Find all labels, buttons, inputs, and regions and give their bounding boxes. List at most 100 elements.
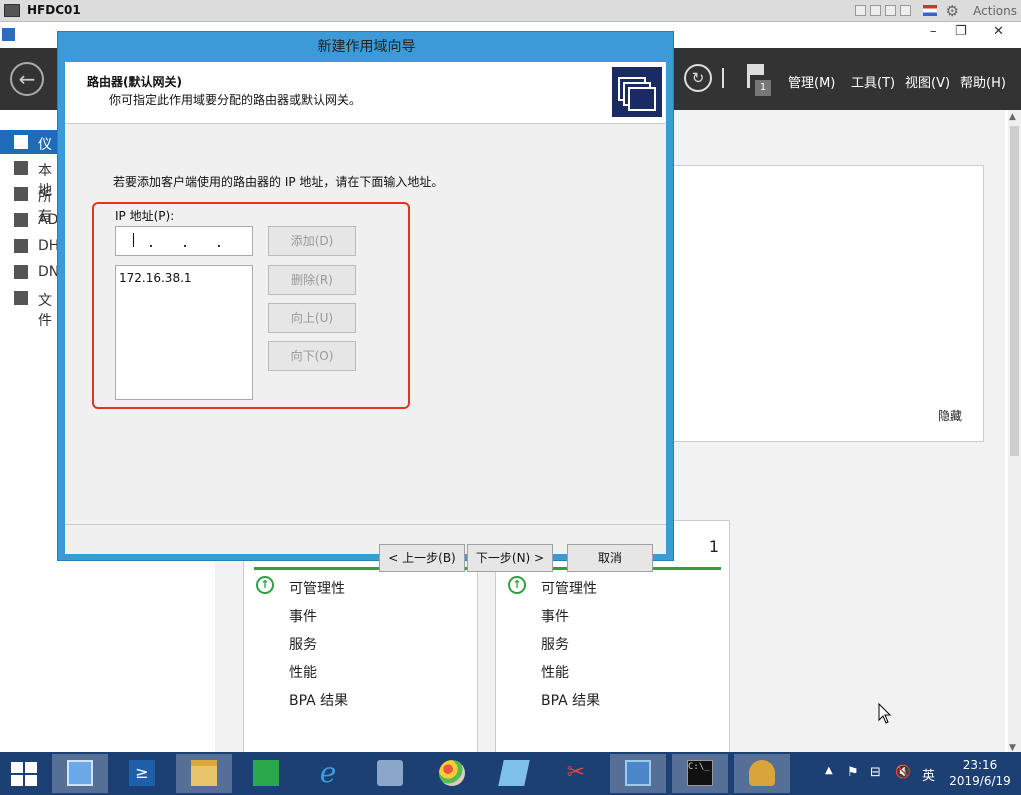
sidebar-item-dhcp[interactable]: DH [0, 234, 60, 258]
powershell-icon: ≥ [129, 760, 155, 786]
ip-address-input[interactable] [115, 226, 253, 256]
taskbar-file-explorer[interactable] [176, 754, 232, 793]
sidebar-item-dashboard[interactable]: 仪表 [0, 130, 60, 173]
taskbar-server-manager[interactable] [52, 754, 108, 793]
dialog-body: 路由器(默认网关) 你可指定此作用域要分配的路由器或默认网关。 若要添加客户端使… [65, 62, 666, 572]
tile-row-events[interactable]: 事件 [541, 606, 569, 626]
paint-palette-icon [439, 760, 465, 786]
taskbar-command-prompt[interactable]: C:\_ [672, 754, 728, 793]
taskbar-snipping-tool[interactable]: ✂ [548, 754, 604, 793]
ip-address-list[interactable]: 172.16.38.1 [115, 265, 253, 400]
ime-indicator[interactable]: 英 [922, 765, 935, 784]
tile-row-manageability[interactable]: 可管理性 [541, 578, 597, 598]
ad-icon [14, 213, 28, 227]
move-down-button[interactable]: 向下(O) [268, 341, 356, 371]
tile-row-services[interactable]: 服务 [289, 634, 317, 654]
menu-view[interactable]: 视图(V) [905, 72, 950, 91]
ip-octet-dot [150, 245, 152, 247]
taskbar-powershell[interactable]: ≥ [114, 754, 170, 793]
network-icon[interactable]: ⊟ [870, 765, 881, 780]
host-title: HFDC01 [27, 3, 81, 17]
check-up-arrow-icon: ↑ [508, 576, 526, 594]
wizard-header: 路由器(默认网关) 你可指定此作用域要分配的路由器或默认网关。 [65, 62, 666, 124]
sidebar-item-dns[interactable]: DN [0, 260, 60, 284]
notifications-flag-icon[interactable]: 1 [745, 64, 771, 96]
cancel-button[interactable]: 取消 [567, 544, 653, 572]
notepad-icon [498, 760, 530, 786]
ip-octet-dot [218, 245, 220, 247]
host-control-4[interactable] [900, 5, 911, 16]
sidebar-item-all-servers[interactable]: 所有 [0, 182, 60, 225]
scroll-up-icon[interactable]: ▲ [1009, 112, 1016, 122]
dns-icon [14, 265, 28, 279]
add-button[interactable]: 添加(D) [268, 226, 356, 256]
tile-row-bpa[interactable]: BPA 结果 [289, 690, 348, 710]
sidebar-item-local-server[interactable]: 本地 [0, 156, 60, 199]
vertical-scrollbar[interactable]: ▲ ▼ [1008, 110, 1021, 755]
tile-row-services[interactable]: 服务 [541, 634, 569, 654]
mouse-cursor-icon [878, 703, 892, 724]
taskbar: ≥ e ✂ C:\_ ▲ ⚑ ⊟ 🔇 英 23:16 2019/6/19 [0, 752, 1021, 795]
scrollbar-thumb[interactable] [1010, 126, 1019, 456]
taskbar-notepad[interactable] [486, 754, 542, 793]
host-window-controls[interactable] [855, 5, 911, 16]
host-control-2[interactable] [870, 5, 881, 16]
host-control-1[interactable] [855, 5, 866, 16]
taskbar-store[interactable] [238, 754, 294, 793]
language-flag-icon[interactable] [923, 5, 937, 16]
tile-row-performance[interactable]: 性能 [289, 662, 317, 682]
remove-button[interactable]: 删除(R) [268, 265, 356, 295]
monitor-icon [4, 4, 20, 17]
next-button[interactable]: 下一步(N) > [467, 544, 553, 572]
close-button[interactable]: ✕ [993, 24, 1004, 39]
scissors-icon: ✂ [566, 760, 586, 785]
refresh-icon[interactable]: ↻ [684, 64, 712, 92]
taskbar-internet-explorer[interactable]: e [300, 754, 356, 793]
hide-link[interactable]: 隐藏 [938, 407, 962, 424]
server-manager-app-icon [2, 28, 15, 41]
new-scope-wizard-dialog: 新建作用域向导 路由器(默认网关) 你可指定此作用域要分配的路由器或默认网关。 … [57, 31, 674, 572]
tile-row-bpa[interactable]: BPA 结果 [541, 690, 600, 710]
start-button-icon[interactable] [11, 762, 37, 786]
taskbar-remote-app[interactable] [610, 754, 666, 793]
check-up-arrow-icon: ↑ [256, 576, 274, 594]
tile-row-performance[interactable]: 性能 [541, 662, 569, 682]
sidebar-item-ad[interactable]: AD [0, 208, 60, 232]
tile-count: 1 [708, 537, 719, 556]
back-button[interactable]: < 上一步(B) [379, 544, 465, 572]
taskbar-app-5[interactable] [362, 754, 418, 793]
file-icon [14, 291, 28, 305]
tile-row-manageability[interactable]: 可管理性 [289, 578, 345, 598]
text-caret [133, 233, 134, 247]
network-console-icon [625, 760, 651, 786]
welcome-panel [672, 165, 984, 442]
volume-muted-icon[interactable]: 🔇 [895, 765, 911, 780]
action-center-flag-icon[interactable]: ⚑ [847, 765, 859, 780]
menu-manage[interactable]: 管理(M) [788, 72, 835, 91]
clock-date: 2019/6/19 [949, 774, 1011, 788]
computer-icon [377, 760, 403, 786]
host-control-3[interactable] [885, 5, 896, 16]
instruction-text: 若要添加客户端使用的路由器的 IP 地址，请在下面输入地址。 [113, 175, 444, 189]
back-arrow-icon[interactable]: ← [10, 62, 44, 96]
move-up-button[interactable]: 向上(U) [268, 303, 356, 333]
wizard-folder-icon [612, 67, 662, 117]
sidebar: 仪表 本地 所有 AD DH DN 文件 [0, 130, 60, 330]
tile-row-events[interactable]: 事件 [289, 606, 317, 626]
actions-menu[interactable]: Actions [973, 4, 1017, 18]
tray-expand-icon[interactable]: ▲ [825, 765, 833, 776]
dhcp-icon [749, 760, 775, 786]
maximize-button[interactable]: ❐ [955, 24, 967, 39]
sidebar-item-file[interactable]: 文件 [0, 286, 60, 329]
gear-icon[interactable]: ⚙ [946, 2, 959, 20]
ip-octet-dot [184, 245, 186, 247]
menu-help[interactable]: 帮助(H) [960, 72, 1006, 91]
taskbar-clock[interactable]: 23:16 2019/6/19 [945, 757, 1015, 789]
taskbar-dhcp[interactable] [734, 754, 790, 793]
host-title-bar: HFDC01 ⚙ Actions [0, 0, 1021, 22]
minimize-button[interactable]: – [930, 24, 937, 39]
menu-tools[interactable]: 工具(T) [851, 72, 895, 91]
ip-address-label: IP 地址(P): [115, 209, 175, 223]
taskbar-paint[interactable] [424, 754, 480, 793]
list-item[interactable]: 172.16.38.1 [119, 271, 192, 285]
